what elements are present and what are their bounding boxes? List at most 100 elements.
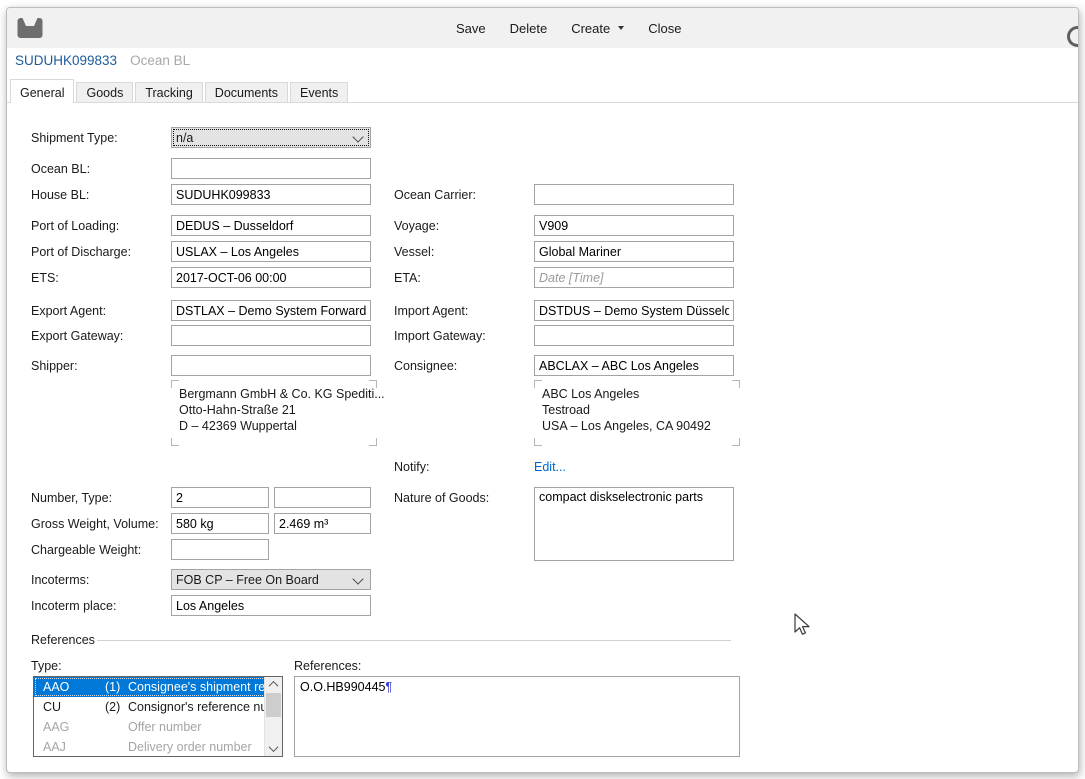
tab-tracking[interactable]: Tracking — [135, 82, 202, 103]
toolbar: Save Delete Create Close — [7, 8, 1078, 48]
port-of-discharge-input[interactable] — [171, 241, 371, 262]
volume-input[interactable] — [274, 513, 371, 534]
list-item-aaj[interactable]: AAJ Delivery order number — [34, 737, 282, 757]
type-num: (2) — [105, 700, 128, 714]
import-gateway-input[interactable] — [534, 325, 734, 346]
voyage-label: Voyage: — [394, 219, 439, 233]
corner-mark-icon — [732, 380, 740, 388]
dropdown-caret-icon — [618, 26, 624, 30]
corner-mark-icon — [171, 380, 179, 388]
scroll-down-icon — [269, 742, 279, 752]
references-section-title: References — [31, 633, 95, 647]
corner-mark-icon — [732, 438, 740, 446]
import-agent-input[interactable] — [534, 300, 734, 321]
references-textarea[interactable]: O.O.HB990445¶ — [294, 676, 740, 757]
tab-documents[interactable]: Documents — [205, 82, 288, 103]
eta-label: ETA: — [394, 271, 421, 285]
export-gateway-input[interactable] — [171, 325, 371, 346]
consignee-input[interactable] — [534, 355, 734, 376]
references-text: O.O.HB990445 — [300, 680, 385, 694]
doc-number: SUDUHK099833 — [15, 53, 117, 68]
scroll-up-icon — [269, 681, 279, 691]
ets-label: ETS: — [31, 271, 59, 285]
shipper-address-line: Bergmann GmbH & Co. KG Spediti... — [171, 380, 377, 402]
eta-input[interactable] — [534, 267, 734, 288]
consignee-address-line: ABC Los Angeles — [534, 380, 740, 402]
shipper-label: Shipper: — [31, 359, 78, 373]
incoterm-place-label: Incoterm place: — [31, 599, 116, 613]
export-agent-input[interactable] — [171, 300, 371, 321]
list-item-aao[interactable]: AAO (1) Consignee's shipment ref... — [34, 677, 282, 697]
list-item-cu[interactable]: CU (2) Consignor's reference nu... — [34, 697, 282, 717]
consignee-label: Consignee: — [394, 359, 457, 373]
corner-mark-icon — [369, 380, 377, 388]
references-value: O.O.HB990445¶ — [295, 677, 397, 697]
house-bl-label: House BL: — [31, 188, 89, 202]
voyage-input[interactable] — [534, 215, 734, 236]
shipment-type-combobox[interactable]: n/a — [171, 127, 371, 148]
shipper-address-preview: Bergmann GmbH & Co. KG Spediti... Otto-H… — [171, 380, 377, 446]
incoterm-place-input[interactable] — [171, 595, 371, 616]
consignee-address-line: USA – Los Angeles, CA 90492 — [534, 418, 740, 434]
clipped-circle-icon — [1067, 26, 1079, 47]
gross-weight-volume-label: Gross Weight, Volume: — [31, 517, 159, 531]
notify-edit-link[interactable]: Edit... — [534, 460, 566, 474]
type-num: (1) — [105, 680, 128, 694]
create-button[interactable]: Create — [565, 17, 630, 40]
references-label: References: — [294, 659, 361, 673]
inbox-icon — [17, 17, 43, 39]
type-desc: Offer number — [128, 720, 282, 734]
shipment-type-label: Shipment Type: — [31, 131, 118, 145]
delete-button[interactable]: Delete — [504, 17, 554, 40]
shipper-address-line: Otto-Hahn-Straße 21 — [171, 402, 377, 418]
doc-type: Ocean BL — [130, 53, 190, 68]
type-desc: Consignor's reference nu... — [128, 700, 282, 714]
scroll-up-button[interactable] — [265, 677, 282, 692]
references-separator — [97, 640, 731, 641]
create-button-label: Create — [571, 21, 610, 36]
corner-mark-icon — [369, 438, 377, 446]
nature-of-goods-textarea[interactable]: compact diskselectronic parts — [534, 487, 734, 561]
consignee-address-preview: ABC Los Angeles Testroad USA – Los Angel… — [534, 380, 740, 446]
incoterms-combobox[interactable]: FOB CP – Free On Board — [171, 569, 371, 590]
corner-mark-icon — [534, 438, 542, 446]
port-of-loading-label: Port of Loading: — [31, 219, 119, 233]
incoterms-value: FOB CP – Free On Board — [176, 573, 319, 587]
tab-goods[interactable]: Goods — [76, 82, 133, 103]
vessel-input[interactable] — [534, 241, 734, 262]
scrollbar-thumb[interactable] — [266, 693, 281, 717]
type-input[interactable] — [274, 487, 371, 508]
number-input[interactable] — [171, 487, 269, 508]
port-of-loading-input[interactable] — [171, 215, 371, 236]
tab-general[interactable]: General — [10, 79, 74, 103]
import-gateway-label: Import Gateway: — [394, 329, 486, 343]
tab-events[interactable]: Events — [290, 82, 348, 103]
chargeable-weight-input[interactable] — [171, 539, 269, 560]
import-agent-label: Import Agent: — [394, 304, 468, 318]
listbox-scrollbar[interactable] — [264, 677, 282, 756]
type-desc: Consignee's shipment ref... — [128, 680, 282, 694]
close-button[interactable]: Close — [642, 17, 687, 40]
reference-type-listbox[interactable]: AAO (1) Consignee's shipment ref... CU (… — [33, 676, 283, 757]
corner-mark-icon — [171, 438, 179, 446]
ets-input[interactable] — [171, 267, 371, 288]
port-of-discharge-label: Port of Discharge: — [31, 245, 131, 259]
toolbar-buttons: Save Delete Create Close — [450, 8, 688, 48]
scroll-down-button[interactable] — [265, 741, 282, 756]
ocean-bl-label: Ocean BL: — [31, 162, 90, 176]
house-bl-input[interactable] — [171, 184, 371, 205]
shipment-type-value: n/a — [176, 131, 193, 145]
pilcrow-mark: ¶ — [385, 680, 392, 694]
vessel-label: Vessel: — [394, 245, 434, 259]
save-button[interactable]: Save — [450, 17, 492, 40]
list-item-aag[interactable]: AAG Offer number — [34, 717, 282, 737]
ocean-bl-input[interactable] — [171, 158, 371, 179]
reference-type-label: Type: — [31, 659, 62, 673]
ocean-carrier-input[interactable] — [534, 184, 734, 205]
chevron-down-icon — [352, 131, 363, 142]
shipper-input[interactable] — [171, 355, 371, 376]
notify-label: Notify: — [394, 460, 429, 474]
incoterms-label: Incoterms: — [31, 573, 89, 587]
gross-weight-input[interactable] — [171, 513, 269, 534]
nature-of-goods-label: Nature of Goods: — [394, 491, 489, 505]
